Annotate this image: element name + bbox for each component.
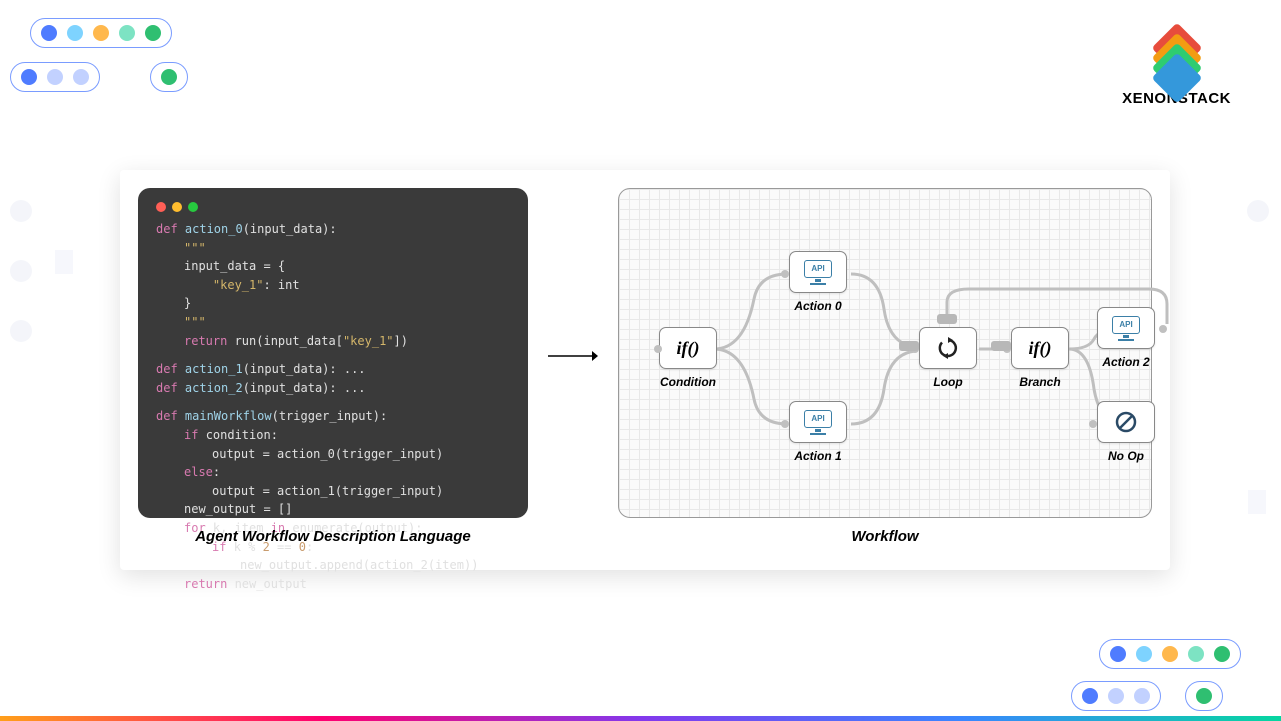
code-line: return run(input_data["key_1"]) (156, 332, 510, 351)
arrow-icon (548, 348, 598, 552)
decor-pill (10, 62, 100, 92)
code-line: def action_0(input_data): (156, 220, 510, 239)
brand-logo: XENONSTACK (1122, 30, 1231, 107)
connector (1089, 420, 1097, 428)
stack-icon (1149, 30, 1205, 86)
decor-shape (10, 200, 32, 222)
loop-icon (919, 327, 977, 369)
connector (781, 420, 789, 428)
decor-pill (150, 62, 188, 92)
code-line: new_output.append(action_2(item)) (156, 556, 510, 575)
code-line: "key_1": int (156, 276, 510, 295)
node-action1: API Action 1 (789, 401, 847, 463)
connector (899, 341, 919, 351)
code-line: output = action_0(trigger_input) (156, 445, 510, 464)
close-icon (156, 202, 166, 212)
code-line: else: (156, 463, 510, 482)
node-action2: API Action 2 (1097, 307, 1155, 369)
decor-shape (1247, 200, 1269, 222)
noop-icon (1097, 401, 1155, 443)
api-icon: API (789, 401, 847, 443)
minimize-icon (172, 202, 182, 212)
main-card: def action_0(input_data): """ input_data… (120, 170, 1170, 570)
caption-right: Workflow (618, 528, 1152, 545)
code-line: """ (156, 313, 510, 332)
code-line: def action_2(input_data): ... (156, 379, 510, 398)
code-line: return new_output (156, 575, 510, 594)
decor-pill (1185, 681, 1223, 711)
code-line: new_output = [] (156, 500, 510, 519)
window-controls (156, 202, 510, 212)
api-icon: API (1097, 307, 1155, 349)
decor-pill (1071, 681, 1161, 711)
api-icon: API (789, 251, 847, 293)
maximize-icon (188, 202, 198, 212)
decor-shape (10, 260, 32, 282)
code-line: def mainWorkflow(trigger_input): (156, 407, 510, 426)
workflow-canvas: if() Condition API Action 0 API Action 1 (618, 188, 1152, 518)
node-noop: No Op (1097, 401, 1155, 463)
code-line: } (156, 294, 510, 313)
decor-shape (10, 320, 32, 342)
node-action0: API Action 0 (789, 251, 847, 313)
connector (781, 270, 789, 278)
code-window: def action_0(input_data): """ input_data… (138, 188, 528, 518)
code-line: output = action_1(trigger_input) (156, 482, 510, 501)
caption-left: Agent Workflow Description Language (138, 528, 528, 545)
node-branch: if() Branch (1011, 327, 1069, 389)
code-line: """ (156, 239, 510, 258)
node-loop: Loop (919, 327, 977, 389)
code-line: if condition: (156, 426, 510, 445)
decor-shape (1248, 490, 1266, 514)
connector (991, 341, 1011, 351)
code-line: input_data = { (156, 257, 510, 276)
connector (1159, 325, 1167, 333)
connector (937, 314, 957, 324)
decor-pill (1099, 639, 1241, 669)
decor-shape (55, 250, 73, 274)
workflow-panel: if() Condition API Action 0 API Action 1 (618, 188, 1152, 552)
decor-pill (30, 18, 172, 48)
decor-stripe (0, 716, 1281, 721)
node-condition: if() Condition (659, 327, 717, 389)
branch-icon: if() (1011, 327, 1069, 369)
code-panel: def action_0(input_data): """ input_data… (138, 188, 528, 552)
condition-icon: if() (659, 327, 717, 369)
code-line: def action_1(input_data): ... (156, 360, 510, 379)
connector (654, 345, 662, 353)
